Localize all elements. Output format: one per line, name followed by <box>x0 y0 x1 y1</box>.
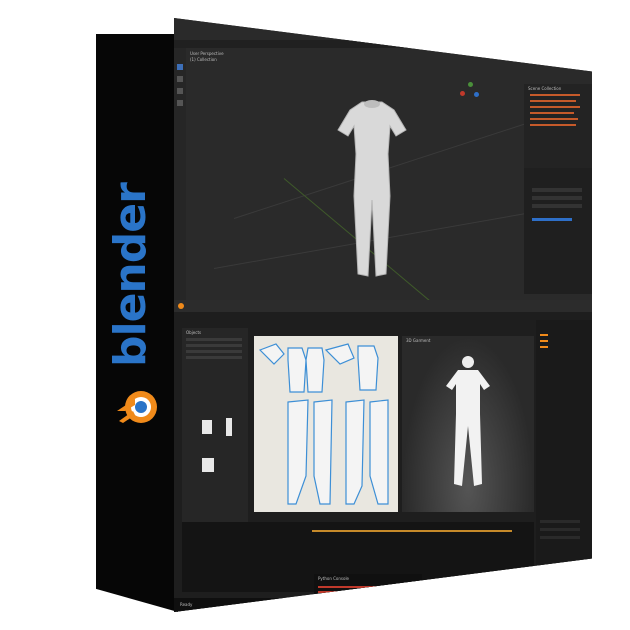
scale-tool-icon[interactable] <box>177 100 183 106</box>
property-field[interactable] <box>532 196 582 200</box>
os-taskbar[interactable]: Ready <box>174 598 592 612</box>
object-browser-panel[interactable]: Objects <box>182 328 248 526</box>
outliner-row[interactable] <box>530 112 574 114</box>
console-window[interactable]: Python Console <box>314 574 422 608</box>
avatar-garment-model[interactable] <box>438 354 498 494</box>
blender-toolbar[interactable] <box>174 48 186 300</box>
property-field[interactable] <box>540 528 580 531</box>
blender-menu-bar[interactable] <box>174 40 592 48</box>
cloth-app-menu-bar[interactable] <box>174 300 592 312</box>
outliner-row[interactable] <box>530 118 578 120</box>
property-row[interactable] <box>540 340 548 342</box>
property-row[interactable] <box>540 346 548 348</box>
blender-logo-icon <box>117 391 157 423</box>
rotate-tool-icon[interactable] <box>177 88 183 94</box>
properties-panel[interactable] <box>524 168 592 294</box>
property-checkbox[interactable] <box>532 218 572 221</box>
outliner-row[interactable] <box>530 94 580 96</box>
property-field[interactable] <box>540 536 580 539</box>
outliner-title: Scene Collection <box>528 86 562 91</box>
navigation-gizmo[interactable] <box>460 82 480 102</box>
property-field[interactable] <box>532 188 582 192</box>
console-line <box>318 586 378 588</box>
2d-pattern-window[interactable] <box>254 336 398 512</box>
property-editor-panel[interactable] <box>536 320 592 612</box>
status-text: Ready <box>180 602 193 607</box>
move-tool-icon[interactable] <box>177 76 183 82</box>
panel-row[interactable] <box>186 344 242 347</box>
console-line <box>318 591 368 593</box>
viewport-label: User Perspective <box>190 51 224 56</box>
blender-window: User Perspective (1) Collection Scene Co… <box>174 18 592 308</box>
collection-label: (1) Collection <box>190 57 217 62</box>
view-label: 3D Garment <box>406 338 431 343</box>
cloth-app-window: Objects 3D Garment Python Console Ready <box>174 300 592 612</box>
property-row[interactable] <box>540 334 548 336</box>
console-title: Python Console <box>318 576 350 581</box>
timeline-track[interactable] <box>312 530 512 532</box>
3d-garment-window[interactable]: 3D Garment <box>402 336 534 512</box>
blender-brand: blender <box>105 183 163 475</box>
trousers-icon[interactable] <box>226 418 232 436</box>
property-field[interactable] <box>540 520 580 523</box>
property-field[interactable] <box>532 204 582 208</box>
panel-row[interactable] <box>186 338 242 341</box>
app-logo-icon <box>178 303 184 309</box>
shirt-icon[interactable] <box>202 420 212 434</box>
outliner-row[interactable] <box>530 124 576 126</box>
panel-row[interactable] <box>186 350 242 353</box>
panel-row[interactable] <box>186 356 242 359</box>
avatar-icon[interactable] <box>202 458 214 472</box>
screenshot-panel: User Perspective (1) Collection Scene Co… <box>174 18 592 612</box>
garment-model[interactable] <box>332 96 412 286</box>
console-line <box>318 596 374 598</box>
outliner-row[interactable] <box>530 100 576 102</box>
outliner-row[interactable] <box>530 106 580 108</box>
brand-name: blender <box>105 183 156 367</box>
select-tool-icon[interactable] <box>177 64 183 70</box>
software-box: blender User Perspective (1) Collection <box>0 0 630 630</box>
panel-title: Objects <box>186 330 202 335</box>
